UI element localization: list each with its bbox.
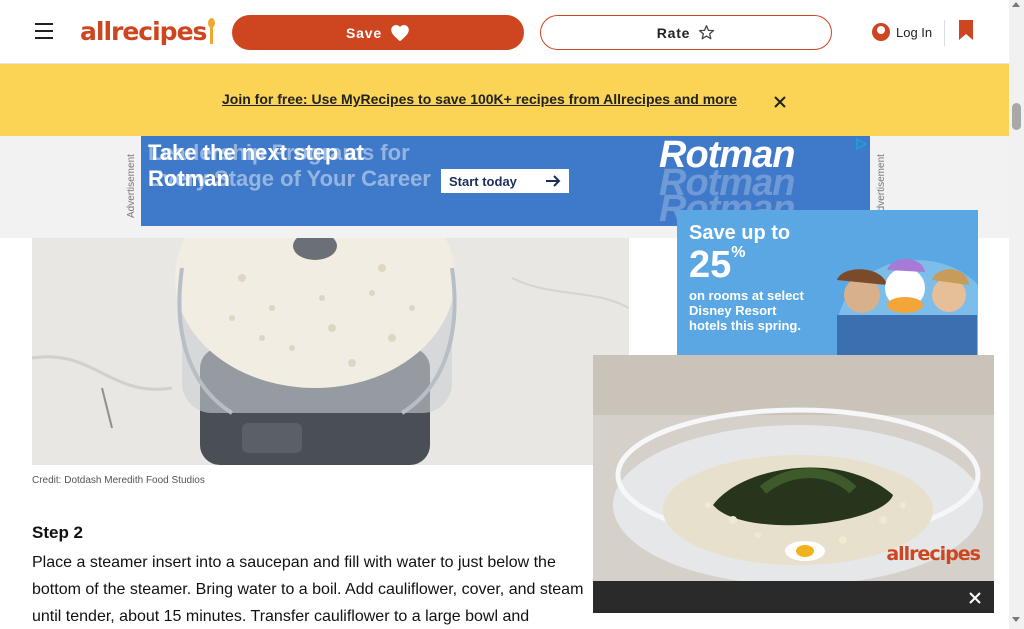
saved-recipes-button[interactable] (957, 19, 977, 45)
hamburger-menu-icon-line (35, 37, 53, 39)
disney-ad-amount-number: 25 (689, 244, 732, 286)
floating-video-player[interactable]: allrecipes (593, 355, 994, 613)
scroll-down-arrow-icon[interactable] (1012, 617, 1020, 622)
user-icon (872, 23, 890, 41)
ad-cta-button[interactable]: Start today (441, 169, 569, 193)
disney-ad-amount: 25% (689, 244, 746, 287)
banner-close-button[interactable] (771, 93, 788, 110)
close-icon (969, 592, 981, 604)
site-logo[interactable]: allrecipes (80, 16, 216, 48)
site-header: allrecipes Save Rate Log In (0, 0, 1009, 64)
video-watermark: allrecipes (886, 543, 981, 565)
menu-button[interactable] (31, 18, 57, 44)
ad-label: Advertisement (126, 154, 137, 218)
login-label: Log In (896, 24, 933, 40)
food-processor-image (32, 238, 629, 465)
photo-credit: Credit: Dotdash Meredith Food Studios (32, 475, 205, 486)
video-close-button[interactable] (962, 585, 988, 611)
ad-label: Advertisement (876, 154, 887, 218)
bookmark-icon (959, 20, 973, 40)
rate-button[interactable]: Rate (540, 15, 832, 50)
hamburger-menu-icon-line (35, 30, 53, 32)
recipe-step-photo (32, 238, 629, 465)
scrollbar-thumb[interactable] (1012, 103, 1021, 130)
adchoices-icon[interactable] (855, 138, 867, 150)
close-icon (773, 95, 786, 108)
step-instructions: Place a steamer insert into a saucepan a… (32, 554, 584, 625)
promo-banner: Join for free: Use MyRecipes to save 100… (0, 64, 1009, 136)
star-outline-icon (699, 25, 715, 40)
scroll-up-arrow-icon[interactable] (1012, 2, 1020, 7)
step-heading: Step 2 (32, 523, 84, 542)
join-myrecipes-link[interactable]: Join for free: Use MyRecipes to save 100… (222, 91, 737, 107)
video-frame[interactable]: allrecipes (593, 355, 994, 581)
rate-button-label: Rate (656, 24, 691, 41)
disney-ad-body: on rooms at select Disney Resort hotels … (689, 288, 804, 333)
ad-headline: Take the next step at Rotman (148, 140, 364, 191)
login-link[interactable]: Log In (872, 21, 932, 43)
video-controls-bar[interactable] (593, 581, 994, 613)
logo-text: allrecipes (80, 17, 207, 46)
disney-ad-percent: % (731, 244, 746, 261)
hamburger-menu-icon (35, 23, 53, 25)
ad-cta-label: Start today (449, 173, 517, 189)
heart-icon (391, 24, 409, 41)
disney-ad-line1: Save up to (689, 222, 791, 244)
spoon-icon (208, 18, 216, 44)
page-scrollbar[interactable] (1009, 0, 1024, 629)
arrow-right-icon (546, 175, 561, 187)
save-button-label: Save (346, 24, 382, 41)
page: allrecipes Save Rate Log In Join for fre… (0, 0, 1024, 629)
header-divider (944, 20, 945, 46)
save-button[interactable]: Save (232, 15, 524, 50)
